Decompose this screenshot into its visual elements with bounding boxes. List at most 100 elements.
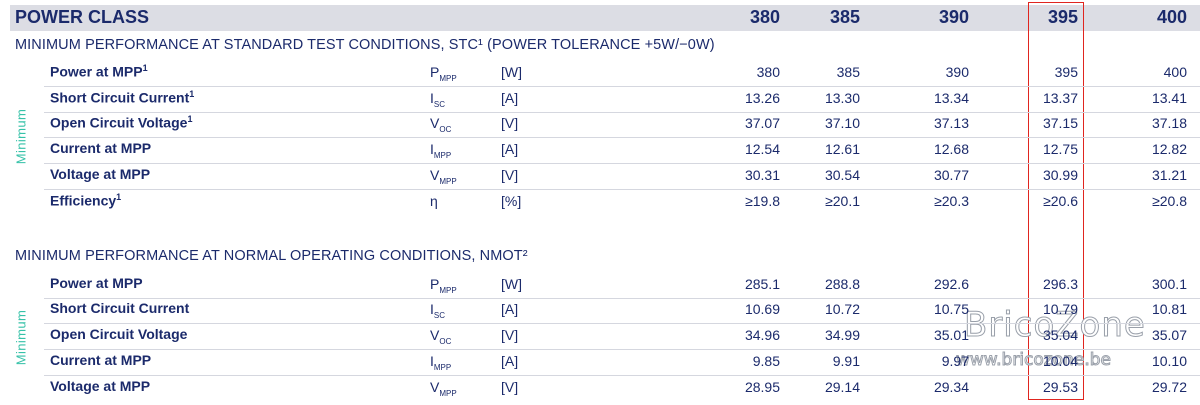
stc-value-395: 13.37 (1042, 90, 1078, 106)
stc-value-385: 30.54 (824, 167, 860, 183)
symbol-subscript: MPP (439, 74, 457, 83)
parameter-name: Current at MPP (50, 140, 152, 156)
nmot-value-385: 29.14 (824, 379, 860, 395)
nmot-section-title: MINIMUM PERFORMANCE AT NORMAL OPERATING … (15, 248, 528, 264)
nmot-row-symbol: ISC (430, 301, 445, 320)
power-class-title: POWER CLASS (15, 7, 150, 27)
stc-row-symbol: PMPP (430, 64, 457, 83)
stc-row-symbol: ISC (430, 90, 445, 109)
power-class-390: 390 (938, 7, 969, 27)
stc-row-name: Voltage at MPP (50, 166, 150, 182)
footnote-mark: 1 (142, 63, 148, 73)
symbol-subscript: MPP (433, 363, 452, 372)
stc-value-400: 37.18 (1151, 115, 1187, 131)
nmot-row-divider (44, 349, 1200, 350)
symbol-subscript: SC (433, 100, 446, 109)
stc-row-divider (44, 189, 1200, 190)
footnote-mark: 1 (187, 114, 193, 124)
nmot-value-395: 35.04 (1042, 327, 1078, 343)
symbol-subscript: OC (439, 125, 452, 134)
parameter-name: Open Circuit Voltage (50, 326, 188, 342)
nmot-value-390: 9.97 (941, 353, 969, 369)
nmot-value-380: 28.95 (744, 379, 780, 395)
nmot-value-390: 35.01 (933, 327, 969, 343)
stc-row-name: Short Circuit Current1 (50, 89, 194, 106)
symbol-subscript: MPP (439, 177, 457, 186)
nmot-row-name: Open Circuit Voltage (50, 326, 187, 342)
stc-value-390: 13.34 (933, 90, 969, 106)
stc-value-380: 13.26 (744, 90, 780, 106)
stc-value-380: 30.31 (744, 167, 780, 183)
symbol: η (430, 193, 438, 209)
stc-row-divider (44, 137, 1200, 138)
stc-value-400: 400 (1163, 64, 1187, 80)
stc-row-unit: [A] (501, 90, 519, 106)
stc-value-395: 30.99 (1042, 167, 1078, 183)
parameter-name: Short Circuit Current (50, 89, 190, 106)
stc-row-divider (44, 163, 1200, 164)
nmot-row-unit: [A] (501, 353, 519, 369)
nmot-value-400: 35.07 (1151, 327, 1187, 343)
nmot-row-unit: [A] (501, 301, 519, 317)
nmot-value-395: 29.53 (1042, 379, 1078, 395)
stc-row-divider (44, 112, 1200, 113)
performance-table: POWER CLASS MINIMUM PERFORMANCE AT STAND… (0, 0, 1200, 405)
nmot-row-symbol: PMPP (430, 276, 457, 295)
footnote-mark: 1 (116, 192, 122, 202)
stc-row-name: Current at MPP (50, 140, 151, 156)
stc-value-390: 30.77 (933, 167, 969, 183)
nmot-value-380: 10.69 (744, 301, 780, 317)
nmot-row-name: Voltage at MPP (50, 378, 150, 394)
stc-value-385: 37.10 (824, 115, 860, 131)
nmot-row-name: Short Circuit Current (50, 300, 189, 316)
stc-value-380: ≥19.8 (745, 193, 780, 209)
stc-value-390: 37.13 (933, 115, 969, 131)
stc-value-390: ≥20.3 (934, 193, 969, 209)
stc-value-400: 12.82 (1151, 141, 1187, 157)
stc-row-unit: [%] (501, 193, 522, 209)
nmot-row-divider (44, 298, 1200, 299)
stc-row-unit: [V] (501, 115, 519, 131)
nmot-row-divider (44, 375, 1200, 376)
nmot-row-unit: [V] (501, 327, 519, 343)
stc-value-385: 13.30 (824, 90, 860, 106)
nmot-value-390: 10.75 (933, 301, 969, 317)
nmot-row-symbol: VOC (430, 327, 451, 346)
nmot-minimum-label: Minimum (13, 309, 29, 366)
power-class-385: 385 (829, 7, 860, 27)
stc-row-symbol: η (430, 193, 438, 209)
stc-value-385: 12.61 (824, 141, 860, 157)
nmot-value-380: 285.1 (744, 276, 780, 292)
nmot-value-380: 9.85 (752, 353, 780, 369)
symbol: V (430, 115, 440, 131)
parameter-name: Current at MPP (50, 352, 152, 368)
stc-value-400: 31.21 (1151, 167, 1187, 183)
nmot-value-385: 10.72 (824, 301, 860, 317)
nmot-value-385: 34.99 (824, 327, 860, 343)
stc-row-unit: [W] (501, 64, 522, 80)
power-class-400: 400 (1156, 7, 1187, 27)
stc-value-390: 390 (945, 64, 969, 80)
nmot-value-380: 34.96 (744, 327, 780, 343)
parameter-name: Power at MPP (50, 63, 143, 80)
nmot-row-name: Current at MPP (50, 352, 151, 368)
nmot-value-400: 300.1 (1151, 276, 1187, 292)
stc-row-divider (44, 86, 1200, 87)
nmot-value-400: 29.72 (1151, 379, 1187, 395)
nmot-value-400: 10.10 (1151, 353, 1187, 369)
stc-row-name: Power at MPP1 (50, 63, 148, 80)
parameter-name: Open Circuit Voltage (50, 114, 188, 131)
parameter-name: Voltage at MPP (50, 378, 151, 394)
stc-minimum-label: Minimum (13, 108, 29, 165)
parameter-name: Efficiency (50, 192, 117, 209)
stc-value-380: 12.54 (744, 141, 780, 157)
nmot-value-395: 10.04 (1042, 353, 1078, 369)
stc-value-395: ≥20.6 (1043, 193, 1078, 209)
stc-row-unit: [V] (501, 167, 519, 183)
nmot-row-name: Power at MPP (50, 275, 143, 291)
stc-value-400: ≥20.8 (1152, 193, 1187, 209)
nmot-value-390: 29.34 (933, 379, 969, 395)
nmot-value-385: 9.91 (832, 353, 860, 369)
nmot-value-385: 288.8 (824, 276, 860, 292)
nmot-row-unit: [V] (501, 379, 519, 395)
